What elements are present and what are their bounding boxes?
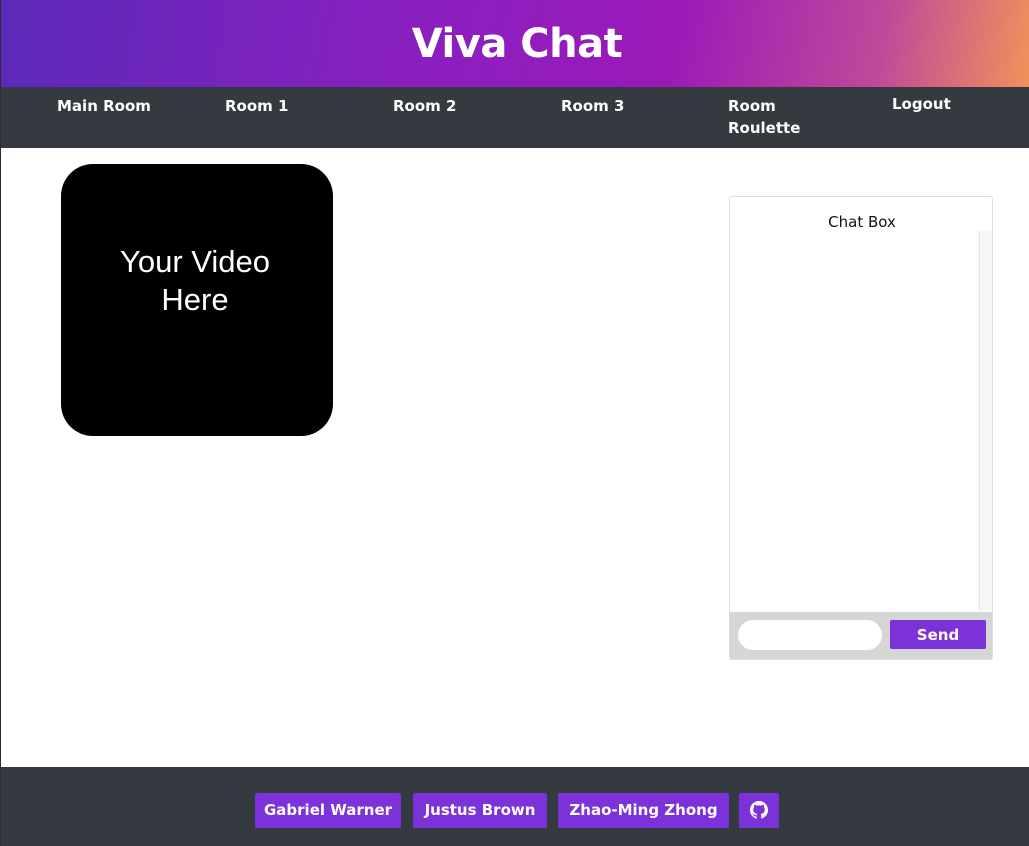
chat-message-input[interactable] bbox=[738, 620, 882, 650]
page-footer: Gabriel Warner Justus Brown Zhao-Ming Zh… bbox=[1, 767, 1029, 846]
chat-scrollbar[interactable] bbox=[979, 231, 992, 611]
nav-item-room-1[interactable]: Room 1 bbox=[225, 95, 288, 117]
author-link-gabriel-warner[interactable]: Gabriel Warner bbox=[255, 793, 401, 828]
video-placeholder-text: Your Video Here bbox=[120, 244, 270, 317]
app-header: Viva Chat bbox=[1, 0, 1029, 87]
chat-compose-bar: Send bbox=[730, 612, 992, 659]
chat-messages bbox=[730, 231, 979, 611]
chat-box: Chat Box Send bbox=[729, 196, 993, 660]
nav-item-main-room[interactable]: Main Room bbox=[57, 95, 151, 117]
nav-bar: Main Room Room 1 Room 2 Room 3 Room Roul… bbox=[1, 87, 1029, 148]
github-icon bbox=[739, 801, 779, 819]
page: Viva Chat Main Room Room 1 Room 2 Room 3… bbox=[0, 0, 1029, 846]
nav-item-logout[interactable]: Logout bbox=[892, 93, 951, 115]
local-video: Your Video Here bbox=[61, 164, 333, 436]
app-title: Viva Chat bbox=[411, 20, 623, 67]
github-link[interactable] bbox=[739, 793, 779, 828]
nav-item-room-roulette[interactable]: Room Roulette bbox=[728, 95, 828, 139]
nav-item-room-2[interactable]: Room 2 bbox=[393, 95, 456, 117]
send-button[interactable]: Send bbox=[890, 620, 986, 649]
author-link-zhao-ming-zhong[interactable]: Zhao-Ming Zhong bbox=[558, 793, 729, 828]
nav-item-room-3[interactable]: Room 3 bbox=[561, 95, 624, 117]
author-link-justus-brown[interactable]: Justus Brown bbox=[413, 793, 547, 828]
chat-title: Chat Box bbox=[828, 213, 896, 231]
